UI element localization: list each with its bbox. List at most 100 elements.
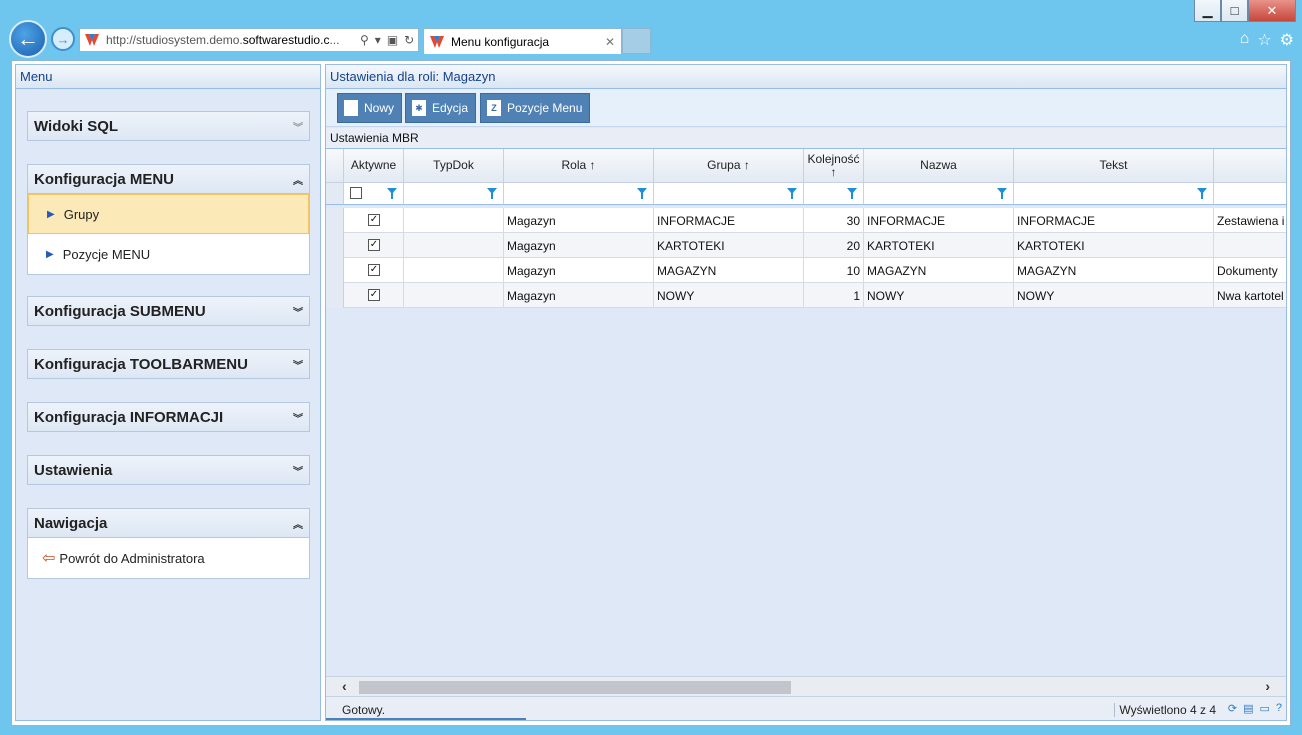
export-icon[interactable]: ▤: [1243, 702, 1253, 715]
filter-typdok[interactable]: [404, 183, 504, 205]
table-row[interactable]: ✓ Magazyn KARTOTEKI 20 KARTOTEKI KARTOTE…: [326, 233, 1286, 258]
section-header[interactable]: Nawigacja ︽: [27, 508, 310, 538]
address-bar[interactable]: http://studiosystem.demo.softwarestudio.…: [79, 28, 419, 52]
filter-funnel-icon[interactable]: [787, 188, 797, 199]
active-checkbox[interactable]: ✓: [368, 264, 380, 276]
filter-kolejnosc[interactable]: [804, 183, 864, 205]
cell-grupa: NOWY: [654, 283, 804, 308]
forward-button[interactable]: →: [51, 27, 75, 51]
column-header-tekst[interactable]: Tekst: [1014, 149, 1214, 183]
forward-arrow-icon: →: [56, 31, 70, 47]
chevron-down-icon: ︾: [293, 466, 303, 478]
new-button[interactable]: Nowy: [337, 93, 403, 123]
back-arrow-icon: ⇦: [42, 550, 56, 567]
section-header[interactable]: Konfiguracja INFORMACJI ︾: [27, 402, 310, 432]
browser-tab[interactable]: Menu konfiguracja ✕: [423, 28, 622, 54]
active-checkbox[interactable]: ✓: [368, 214, 380, 226]
filter-funnel-icon[interactable]: [1197, 188, 1207, 199]
minimize-icon[interactable]: ▁: [1194, 0, 1221, 22]
filter-checkbox[interactable]: [350, 187, 362, 199]
url-domain: softwarestudio.c: [242, 33, 330, 47]
section-header[interactable]: Konfiguracja MENU ︽: [27, 164, 310, 194]
filter-funnel-icon[interactable]: [997, 188, 1007, 199]
cell-rola: Magazyn: [504, 258, 654, 283]
cell-aktywne[interactable]: ✓: [344, 208, 404, 233]
column-header-grupa[interactable]: Grupa ↑: [654, 149, 804, 183]
compat-view-icon[interactable]: ▣: [387, 33, 398, 47]
grid-title: Ustawienia MBR: [326, 128, 1286, 148]
table-row[interactable]: ✓ Magazyn INFORMACJE 30 INFORMACJE INFOR…: [326, 208, 1286, 233]
address-url[interactable]: http://studiosystem.demo.softwarestudio.…: [106, 33, 352, 47]
new-tab-button[interactable]: [622, 28, 651, 54]
scroll-right-icon[interactable]: ›: [1265, 678, 1270, 694]
cell-aktywne[interactable]: ✓: [344, 233, 404, 258]
filter-rola[interactable]: [504, 183, 654, 205]
filter-funnel-icon[interactable]: [847, 188, 857, 199]
chevron-up-icon: ︽: [293, 519, 303, 531]
filter-tekst[interactable]: [1014, 183, 1214, 205]
section-konfiguracja-toolbarmenu: Konfiguracja TOOLBARMENU ︾: [27, 349, 310, 379]
cell-typdok: [404, 208, 504, 233]
maximize-icon[interactable]: □: [1221, 0, 1248, 22]
browser-chrome: ▁ □ ✕ ← → http://studiosystem.demo.softw…: [0, 0, 1302, 60]
right-content-panel: Ustawienia dla roli: Magazyn Nowy ✱ Edyc…: [325, 64, 1287, 721]
gear-icon[interactable]: ⚙: [1280, 30, 1294, 50]
column-header-rola[interactable]: Rola ↑: [504, 149, 654, 183]
column-header-typdok[interactable]: TypDok: [404, 149, 504, 183]
menu-item-pozycje-menu[interactable]: ▶ Pozycje MENU: [28, 234, 309, 274]
close-icon[interactable]: ✕: [1248, 0, 1296, 22]
section-header[interactable]: Widoki SQL ︾: [27, 111, 310, 141]
column-header-extra[interactable]: [1214, 149, 1286, 183]
filter-extra[interactable]: [1214, 183, 1286, 205]
filter-nazwa[interactable]: [864, 183, 1014, 205]
table-row[interactable]: ✓ Magazyn NOWY 1 NOWY NOWY Nwa kartotel: [326, 283, 1286, 308]
filter-funnel-icon[interactable]: [487, 188, 497, 199]
table-row[interactable]: ✓ Magazyn MAGAZYN 10 MAGAZYN MAGAZYN Dok…: [326, 258, 1286, 283]
chevron-up-icon: ︽: [293, 175, 303, 187]
cell-aktywne[interactable]: ✓: [344, 258, 404, 283]
column-header-aktywne[interactable]: Aktywne: [344, 149, 404, 183]
refresh-icon[interactable]: ↻: [404, 33, 414, 47]
filter-grupa[interactable]: [654, 183, 804, 205]
section-header[interactable]: Konfiguracja SUBMENU ︾: [27, 296, 310, 326]
tab-close-icon[interactable]: ✕: [605, 35, 615, 49]
menu-item-grupy[interactable]: ▶ Grupy: [28, 194, 309, 234]
row-indicator: [326, 283, 344, 308]
cell-grupa: MAGAZYN: [654, 258, 804, 283]
section-title: Ustawienia: [34, 461, 113, 479]
address-tools: ⚲ ▾ ▣ ↻: [360, 33, 414, 47]
active-checkbox[interactable]: ✓: [368, 239, 380, 251]
column-header-kolejnosc[interactable]: Kolejność ↑: [804, 149, 864, 183]
row-indicator: [326, 258, 344, 283]
dropdown-icon[interactable]: ▾: [375, 33, 381, 47]
filter-aktywne[interactable]: [344, 183, 404, 205]
menu-item-powrot[interactable]: ⇦ Powrót do Administratora: [28, 538, 309, 578]
triangle-right-icon: ▶: [47, 208, 55, 220]
cell-aktywne[interactable]: ✓: [344, 283, 404, 308]
section-title: Konfiguracja MENU: [34, 170, 175, 188]
filter-funnel-icon[interactable]: [387, 188, 397, 199]
menu-positions-button[interactable]: Z Pozycje Menu: [480, 93, 591, 123]
edit-icon: ✱: [412, 100, 426, 116]
cell-typdok: [404, 233, 504, 258]
filter-funnel-icon[interactable]: [637, 188, 647, 199]
scrollbar-thumb[interactable]: [359, 681, 791, 694]
section-konfiguracja-submenu: Konfiguracja SUBMENU ︾: [27, 296, 310, 326]
home-icon[interactable]: ⌂: [1240, 30, 1250, 50]
edit-button[interactable]: ✱ Edycja: [405, 93, 477, 123]
section-header[interactable]: Ustawienia ︾: [27, 455, 310, 485]
column-header-nazwa[interactable]: Nazwa: [864, 149, 1014, 183]
refresh-icon[interactable]: ⟳: [1228, 702, 1237, 715]
section-header[interactable]: Konfiguracja TOOLBARMENU ︾: [27, 349, 310, 379]
search-icon[interactable]: ⚲: [360, 33, 369, 47]
url-suffix: ...: [329, 33, 340, 47]
scroll-left-icon[interactable]: ‹: [342, 678, 347, 694]
back-button[interactable]: ←: [9, 20, 47, 58]
star-icon[interactable]: ☆: [1257, 30, 1271, 50]
cell-typdok: [404, 283, 504, 308]
horizontal-scrollbar[interactable]: ‹ ›: [326, 676, 1286, 696]
print-icon[interactable]: ▭: [1259, 702, 1269, 715]
active-checkbox[interactable]: ✓: [368, 289, 380, 301]
help-icon[interactable]: ?: [1276, 702, 1282, 715]
section-title: Konfiguracja TOOLBARMENU: [34, 355, 248, 373]
